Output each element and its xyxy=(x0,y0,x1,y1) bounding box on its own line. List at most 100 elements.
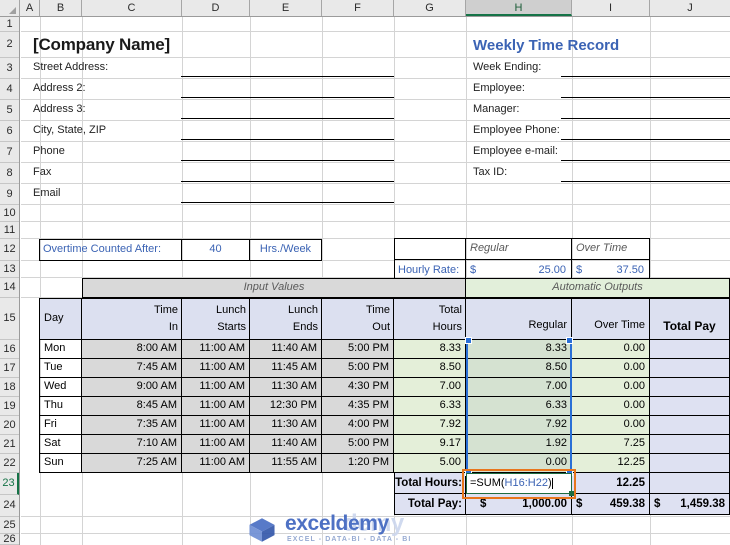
cell-day[interactable]: Sat xyxy=(39,435,82,454)
row-header-2[interactable]: 2 xyxy=(0,32,19,58)
row-header-25[interactable]: 25 xyxy=(0,517,19,534)
cell-time-out[interactable]: 5:00 PM xyxy=(322,435,394,454)
company-field-line[interactable] xyxy=(181,97,394,98)
company-field-line[interactable] xyxy=(181,76,394,77)
column-header-I[interactable]: I xyxy=(572,0,650,16)
row-header-17[interactable]: 17 xyxy=(0,359,19,378)
column-header-G[interactable]: G xyxy=(394,0,466,16)
row-header-9[interactable]: 9 xyxy=(0,184,19,205)
row-header-15[interactable]: 15 xyxy=(0,298,19,340)
row-header-6[interactable]: 6 xyxy=(0,121,19,142)
total-hours-total-cell[interactable] xyxy=(650,473,730,494)
cell-time-out[interactable]: 5:00 PM xyxy=(322,340,394,359)
worksheet-grid[interactable]: [Company Name] Street Address: Address 2… xyxy=(21,17,730,545)
record-field-line[interactable] xyxy=(561,160,730,161)
cell-lunch-end[interactable]: 11:40 AM xyxy=(250,435,322,454)
cell-overtime[interactable]: 0.00 xyxy=(572,397,650,416)
cell-day[interactable]: Mon xyxy=(39,340,82,359)
fill-handle[interactable] xyxy=(569,491,574,496)
cell-day[interactable]: Wed xyxy=(39,378,82,397)
record-field-line[interactable] xyxy=(561,181,730,182)
cell-total-pay[interactable] xyxy=(650,359,730,378)
cell-time-in[interactable]: 7:35 AM xyxy=(82,416,182,435)
total-pay-total-cell[interactable]: $ 1,459.38 xyxy=(650,494,730,515)
total-pay-overtime-cell[interactable]: $ 459.38 xyxy=(572,494,650,515)
formula-edit-cell[interactable]: =SUM(H16:H22) xyxy=(466,473,572,494)
total-hours-overtime-value[interactable]: 12.25 xyxy=(572,473,650,494)
cell-time-in[interactable]: 8:45 AM xyxy=(82,397,182,416)
row-header-18[interactable]: 18 xyxy=(0,378,19,397)
cell-total-pay[interactable] xyxy=(650,397,730,416)
cell-regular[interactable]: 7.92 xyxy=(466,416,572,435)
row-header-16[interactable]: 16 xyxy=(0,340,19,359)
cell-total-hours[interactable]: 7.92 xyxy=(394,416,466,435)
cell-overtime[interactable]: 0.00 xyxy=(572,359,650,378)
cell-time-out[interactable]: 4:30 PM xyxy=(322,378,394,397)
row-header-14[interactable]: 14 xyxy=(0,278,19,298)
cell-time-in[interactable]: 7:25 AM xyxy=(82,454,182,473)
cell-time-in[interactable]: 8:00 AM xyxy=(82,340,182,359)
cell-lunch-start[interactable]: 11:00 AM xyxy=(182,378,250,397)
company-name[interactable]: [Company Name] xyxy=(33,33,273,57)
cell-lunch-start[interactable]: 11:00 AM xyxy=(182,340,250,359)
cell-lunch-start[interactable]: 11:00 AM xyxy=(182,454,250,473)
cell-overtime[interactable]: 0.00 xyxy=(572,416,650,435)
cell-regular[interactable]: 8.50 xyxy=(466,359,572,378)
row-header-10[interactable]: 10 xyxy=(0,205,19,222)
cell-overtime[interactable]: 12.25 xyxy=(572,454,650,473)
cell-lunch-end[interactable]: 11:40 AM xyxy=(250,340,322,359)
record-field-line[interactable] xyxy=(561,97,730,98)
cell-overtime[interactable]: 0.00 xyxy=(572,378,650,397)
cell-day[interactable]: Thu xyxy=(39,397,82,416)
row-header-11[interactable]: 11 xyxy=(0,222,19,239)
column-header-B[interactable]: B xyxy=(40,0,82,16)
cell-lunch-start[interactable]: 11:00 AM xyxy=(182,397,250,416)
cell-time-in[interactable]: 9:00 AM xyxy=(82,378,182,397)
column-header-F[interactable]: F xyxy=(322,0,394,16)
row-header-5[interactable]: 5 xyxy=(0,100,19,121)
cell-regular[interactable]: 8.33 xyxy=(466,340,572,359)
cell-regular[interactable]: 6.33 xyxy=(466,397,572,416)
cell-lunch-end[interactable]: 11:30 AM xyxy=(250,378,322,397)
select-all-corner[interactable] xyxy=(0,0,20,17)
cell-time-out[interactable]: 4:35 PM xyxy=(322,397,394,416)
row-header-20[interactable]: 20 xyxy=(0,416,19,435)
row-header-26[interactable]: 26 xyxy=(0,534,19,545)
company-field-line[interactable] xyxy=(181,118,394,119)
cell-regular[interactable]: 1.92 xyxy=(466,435,572,454)
cell-lunch-end[interactable]: 12:30 PM xyxy=(250,397,322,416)
row-header-23[interactable]: 23 xyxy=(0,473,19,495)
cell-time-in[interactable]: 7:10 AM xyxy=(82,435,182,454)
cell-total-pay[interactable] xyxy=(650,378,730,397)
cell-total-pay[interactable] xyxy=(650,454,730,473)
row-header-4[interactable]: 4 xyxy=(0,79,19,100)
cell-lunch-end[interactable]: 11:45 AM xyxy=(250,359,322,378)
record-field-line[interactable] xyxy=(561,118,730,119)
column-header-C[interactable]: C xyxy=(82,0,182,16)
cell-lunch-start[interactable]: 11:00 AM xyxy=(182,435,250,454)
cell-day[interactable]: Tue xyxy=(39,359,82,378)
cell-overtime[interactable]: 7.25 xyxy=(572,435,650,454)
row-header-3[interactable]: 3 xyxy=(0,58,19,79)
cell-day[interactable]: Fri xyxy=(39,416,82,435)
company-field-line[interactable] xyxy=(181,139,394,140)
cell-total-pay[interactable] xyxy=(650,416,730,435)
cell-day[interactable]: Sun xyxy=(39,454,82,473)
company-field-line[interactable] xyxy=(181,181,394,182)
overtime-value[interactable]: 40 xyxy=(182,239,250,261)
record-field-line[interactable] xyxy=(561,139,730,140)
cell-time-in[interactable]: 7:45 AM xyxy=(82,359,182,378)
row-header-24[interactable]: 24 xyxy=(0,495,19,517)
cell-total-hours[interactable]: 7.00 xyxy=(394,378,466,397)
cell-time-out[interactable]: 1:20 PM xyxy=(322,454,394,473)
column-header-J[interactable]: J xyxy=(650,0,730,16)
row-header-21[interactable]: 21 xyxy=(0,435,19,454)
cell-total-hours[interactable]: 5.00 xyxy=(394,454,466,473)
cell-time-out[interactable]: 5:00 PM xyxy=(322,359,394,378)
cell-total-pay[interactable] xyxy=(650,435,730,454)
row-header-13[interactable]: 13 xyxy=(0,261,19,278)
row-header-1[interactable]: 1 xyxy=(0,17,19,32)
company-field-line[interactable] xyxy=(181,160,394,161)
excel-worksheet[interactable]: A B C D E F G H I J 1 2 3 4 5 6 7 8 9 10… xyxy=(0,0,730,545)
cell-lunch-end[interactable]: 11:55 AM xyxy=(250,454,322,473)
